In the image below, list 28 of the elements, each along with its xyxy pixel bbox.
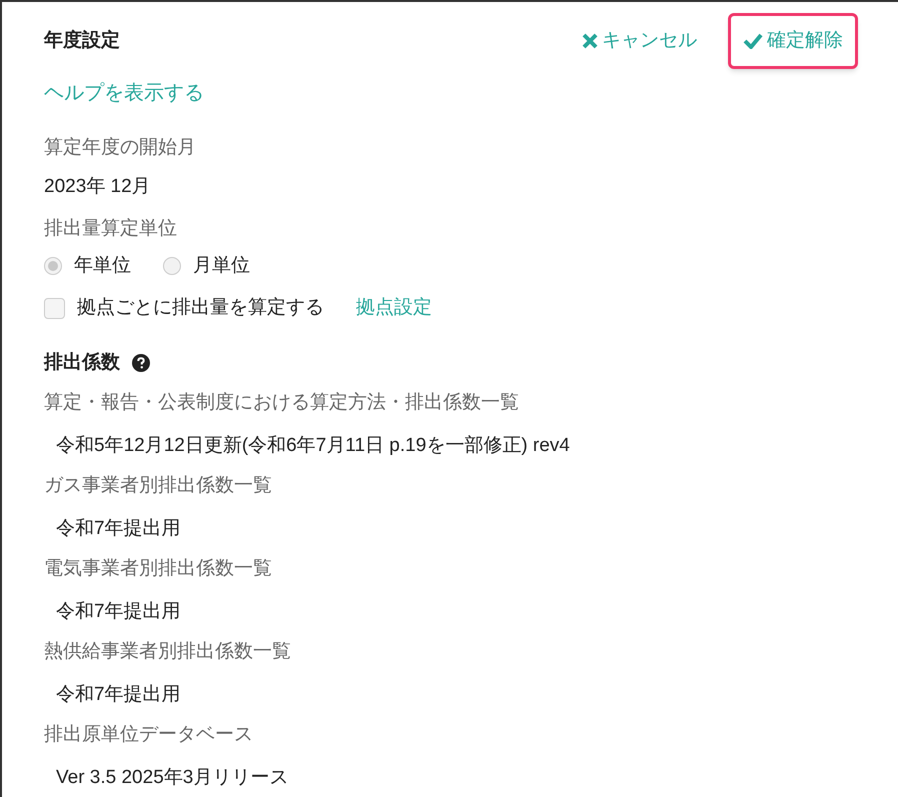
field-label: 熱供給事業者別排出係数一覧: [44, 640, 292, 664]
help-icon[interactable]: [132, 354, 150, 372]
field-label: 算定年度の開始月: [44, 136, 197, 160]
field-value: 令和7年提出用: [56, 516, 182, 540]
close-icon: [582, 33, 598, 49]
field-value: 令和5年12月12日更新(令和6年7月11日 p.19を一部修正) rev4: [56, 434, 571, 458]
unconfirm-button[interactable]: 確定解除: [728, 13, 858, 69]
radio-option[interactable]: 月単位: [163, 252, 250, 280]
help-link[interactable]: ヘルプを表示する: [44, 78, 858, 108]
field-label: 算定・報告・公表制度における算定方法・排出係数一覧: [44, 391, 520, 415]
field-value: Ver 3.5 2025年3月リリース: [56, 766, 290, 790]
field-label: 排出量算定単位: [44, 217, 178, 241]
field-label: 電気事業者別排出係数一覧: [44, 557, 273, 581]
field-value: 令和7年提出用: [56, 682, 182, 706]
radio-button[interactable]: [163, 256, 181, 275]
checkbox[interactable]: [44, 298, 65, 319]
checkbox-label: 拠点ごとに排出量を算定する: [77, 296, 324, 320]
radio-option[interactable]: 年単位: [44, 252, 131, 280]
field-value: 令和7年提出用: [56, 600, 182, 624]
cancel-button[interactable]: キャンセル: [567, 13, 712, 69]
radio-button[interactable]: [44, 256, 62, 275]
site-settings-link[interactable]: 拠点設定: [356, 294, 432, 322]
field-label: ガス事業者別排出係数一覧: [44, 474, 273, 498]
field-value: 2023年 12月: [44, 174, 152, 198]
section-title: 年度設定: [44, 28, 120, 53]
check-icon: [743, 33, 763, 49]
field-label: 排出原単位データベース: [44, 723, 254, 747]
section-heading: 排出係数: [44, 350, 120, 374]
